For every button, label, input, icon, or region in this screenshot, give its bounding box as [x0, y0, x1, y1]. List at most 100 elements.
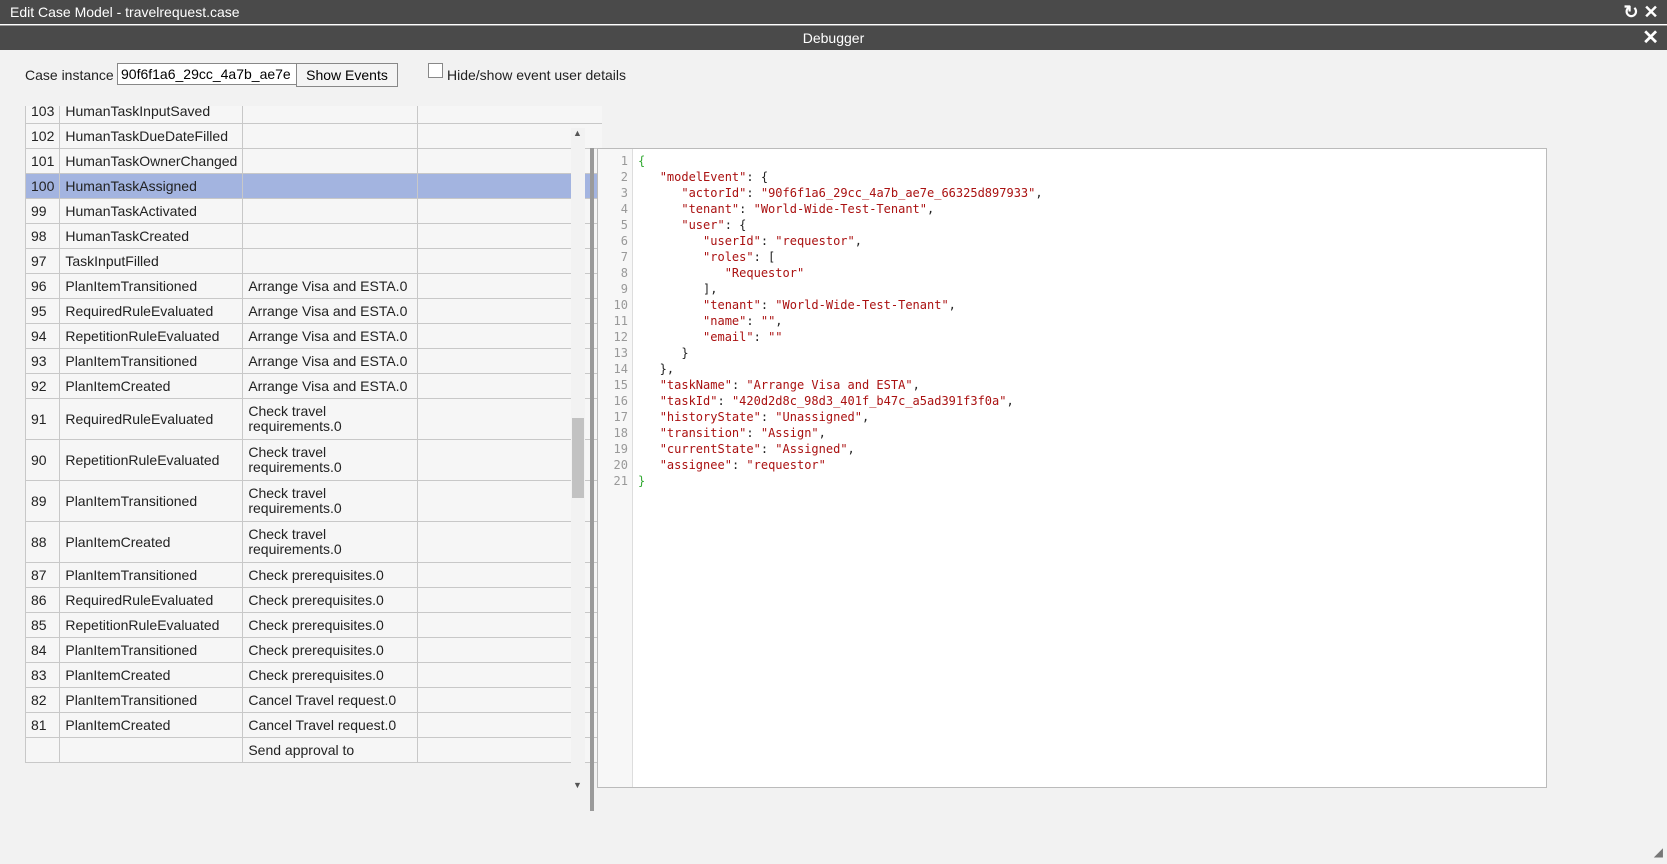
event-type: RepetitionRuleEvaluated	[59, 323, 244, 349]
event-number: 88	[25, 521, 61, 563]
event-row[interactable]: 86 RequiredRuleEvaluated Check prerequisit…	[25, 587, 602, 613]
event-plan-item: Check travel requirements.0	[242, 439, 419, 481]
debugger-title: Debugger	[802, 30, 865, 46]
event-plan-item: Check prerequisites.0	[242, 662, 419, 688]
event-number: 85	[25, 612, 61, 638]
code-text: "Requestor"	[724, 266, 805, 280]
event-number: 89	[25, 480, 61, 522]
line-number: 5	[620, 218, 628, 232]
event-type: PlanItemCreated	[59, 712, 244, 738]
line-number: 4	[620, 202, 628, 216]
event-number: 83	[25, 662, 61, 688]
event-type: HumanTaskCreated	[59, 223, 244, 249]
event-plan-item: Check prerequisites.0	[242, 587, 419, 613]
line-number: 6	[620, 234, 628, 248]
line-number: 9	[620, 282, 628, 296]
event-number: 97	[25, 248, 61, 274]
event-row[interactable]: 96 PlanItemTransitioned Arrange Visa and E…	[25, 273, 602, 299]
event-row[interactable]: 81 PlanItemCreated Cancel Travel request.0	[25, 712, 602, 738]
events-table-container[interactable]: 103 HumanTaskInputSaved 102 HumanTaskDueDat…	[25, 106, 602, 840]
event-plan-item	[242, 173, 419, 199]
event-type: TaskInputFilled	[59, 248, 244, 274]
pane-splitter[interactable]	[590, 148, 594, 811]
event-row[interactable]: 99 HumanTaskActivated	[25, 198, 602, 224]
code-text: "taskName": "Arrange Visa and ESTA",	[659, 378, 920, 392]
user-details-label: Hide/show event user details	[447, 67, 626, 83]
case-instance-input[interactable]	[117, 63, 298, 85]
event-number: 103	[25, 106, 61, 124]
event-plan-item	[242, 248, 419, 274]
event-row[interactable]: 82 PlanItemTransitioned Cancel Travel requ…	[25, 687, 602, 713]
event-plan-item: Check prerequisites.0	[242, 637, 419, 663]
event-plan-item: Check travel requirements.0	[242, 521, 419, 563]
event-plan-item: Cancel Travel request.0	[242, 712, 419, 738]
event-row[interactable]: 97 TaskInputFilled	[25, 248, 602, 274]
scroll-down-icon[interactable]: ▼	[573, 780, 582, 790]
event-extra	[417, 106, 602, 124]
event-type: HumanTaskAssigned	[59, 173, 244, 199]
event-number: 82	[25, 687, 61, 713]
event-row[interactable]: 88 PlanItemCreated Check travel requiremen…	[25, 521, 602, 563]
resize-grip-icon[interactable]: ◢	[1654, 845, 1663, 859]
code-text: "modelEvent": {	[659, 170, 769, 184]
event-number: 102	[25, 123, 61, 149]
close-icon[interactable]: ✕	[1641, 0, 1661, 24]
event-row[interactable]: 91 RequiredRuleEvaluated Check travel requ…	[25, 398, 602, 440]
event-row[interactable]: 98 HumanTaskCreated	[25, 223, 602, 249]
code-text: "roles": [	[703, 250, 776, 264]
event-row[interactable]: 102 HumanTaskDueDateFilled	[25, 123, 602, 149]
debugger-title-bar: Debugger ✕	[0, 26, 1667, 50]
event-row[interactable]: 95 RequiredRuleEvaluated Arrange Visa and …	[25, 298, 602, 324]
event-row[interactable]: 100 HumanTaskAssigned	[25, 173, 602, 199]
line-number: 11	[613, 314, 628, 328]
event-row[interactable]: 85 RepetitionRuleEvaluated Check prerequis…	[25, 612, 602, 638]
event-row[interactable]: 90 RepetitionRuleEvaluated Check travel re…	[25, 439, 602, 481]
code-text: "historyState": "Unassigned",	[659, 410, 870, 424]
event-row[interactable]: 84 PlanItemTransitioned Check prerequisite…	[25, 637, 602, 663]
event-json-viewer[interactable]: 1 {2 "modelEvent": {3 "actorId": "90f6f1a…	[597, 148, 1547, 788]
event-row[interactable]: 103 HumanTaskInputSaved	[25, 106, 602, 124]
show-events-button[interactable]: Show Events	[296, 63, 398, 87]
event-type: PlanItemTransitioned	[59, 637, 244, 663]
event-plan-item: Arrange Visa and ESTA.0	[242, 348, 419, 374]
code-text: "actorId": "90f6f1a6_29cc_4a7b_ae7e_6632…	[681, 186, 1043, 200]
event-plan-item	[242, 223, 419, 249]
code-text: "name": "",	[703, 314, 783, 328]
line-number: 14	[613, 362, 628, 376]
scrollbar-thumb[interactable]	[572, 418, 584, 498]
event-number: 90	[25, 439, 61, 481]
event-row[interactable]: 92 PlanItemCreated Arrange Visa and ESTA.0	[25, 373, 602, 399]
event-number: 96	[25, 273, 61, 299]
close-icon[interactable]: ✕	[1642, 26, 1659, 50]
events-scrollbar[interactable]: ▲ ▼	[571, 128, 585, 790]
event-plan-item	[242, 106, 419, 124]
line-number: 18	[613, 426, 628, 440]
event-number: 101	[25, 148, 61, 174]
line-number: 21	[613, 474, 628, 488]
scroll-up-icon[interactable]: ▲	[573, 128, 582, 138]
event-number: 94	[25, 323, 61, 349]
event-number: 91	[25, 398, 61, 440]
event-plan-item	[242, 123, 419, 149]
event-row[interactable]: 87 PlanItemTransitioned Check prerequisite…	[25, 562, 602, 588]
event-row[interactable]: Send approval to	[25, 737, 602, 763]
code-text: "tenant": "World-Wide-Test-Tenant",	[681, 202, 935, 216]
code-text: "currentState": "Assigned",	[659, 442, 855, 456]
event-number: 99	[25, 198, 61, 224]
line-number: 8	[620, 266, 628, 280]
event-row[interactable]: 89 PlanItemTransitioned Check travel requi…	[25, 480, 602, 522]
event-plan-item	[242, 148, 419, 174]
event-row[interactable]: 101 HumanTaskOwnerChanged	[25, 148, 602, 174]
event-type: RequiredRuleEvaluated	[59, 587, 244, 613]
event-row[interactable]: 83 PlanItemCreated Check prerequisites.0	[25, 662, 602, 688]
line-number: 17	[613, 410, 628, 424]
refresh-icon[interactable]: ↻	[1621, 0, 1641, 24]
event-row[interactable]: 94 RepetitionRuleEvaluated Arrange Visa an…	[25, 323, 602, 349]
code-text: ],	[638, 282, 718, 296]
code-text: },	[638, 362, 675, 376]
line-number: 12	[613, 330, 628, 344]
user-details-checkbox[interactable]	[428, 63, 443, 78]
event-plan-item	[242, 198, 419, 224]
event-type: HumanTaskDueDateFilled	[59, 123, 244, 149]
event-row[interactable]: 93 PlanItemTransitioned Arrange Visa and E…	[25, 348, 602, 374]
